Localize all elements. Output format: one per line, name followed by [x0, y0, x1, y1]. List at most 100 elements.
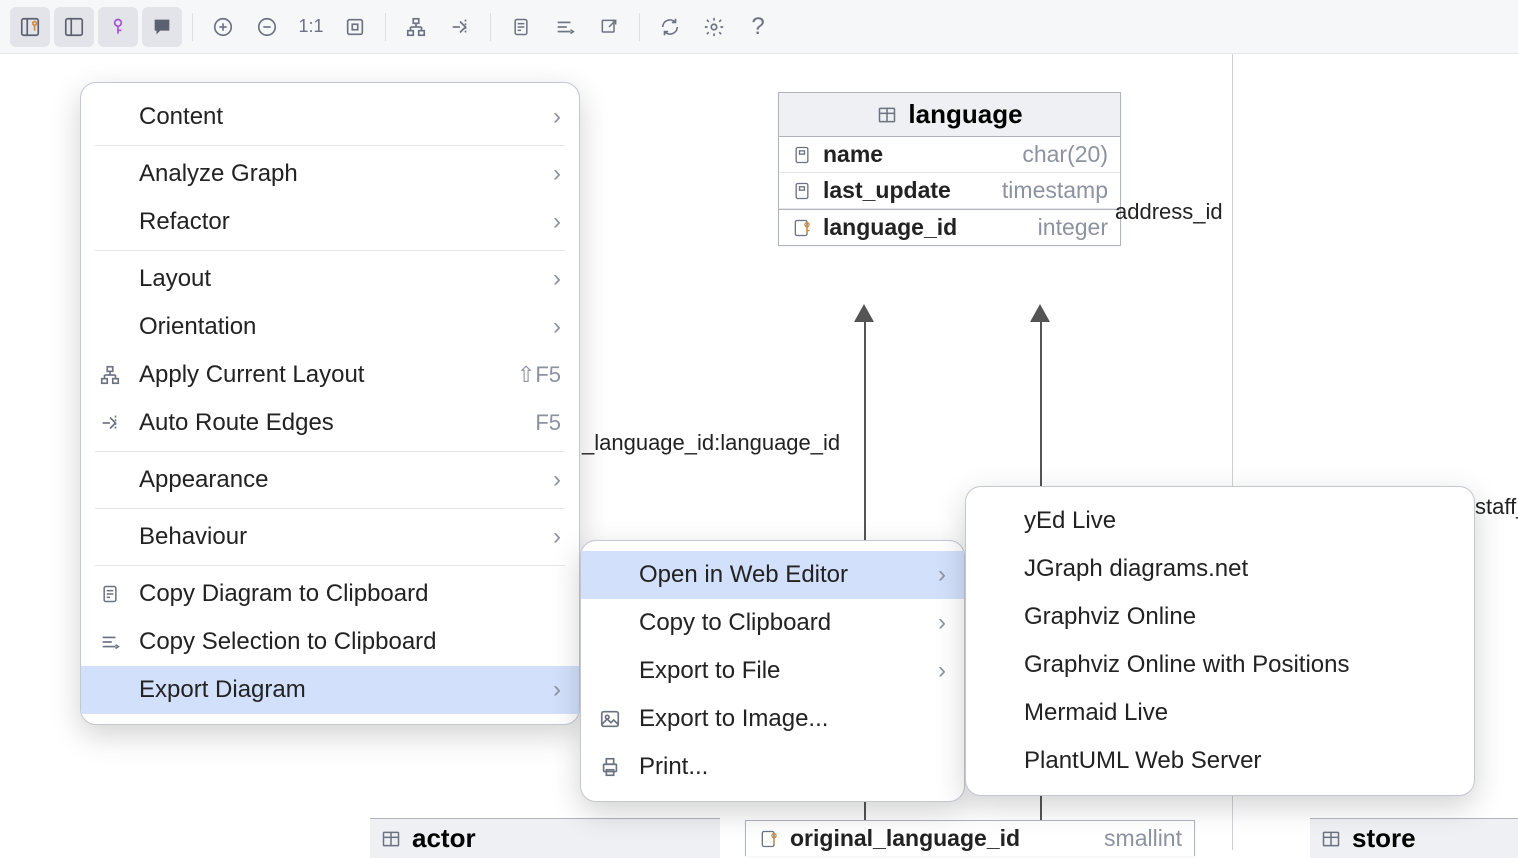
menu-separator [95, 508, 565, 509]
zoom-in-button[interactable] [203, 7, 243, 47]
shortcut: F5 [535, 410, 561, 436]
chevron-right-icon: › [553, 208, 561, 236]
column-name: language_id [823, 214, 957, 241]
table-icon [380, 829, 402, 849]
column-type: smallint [1104, 825, 1182, 852]
menu-item-content[interactable]: Content› [81, 93, 579, 141]
menu-item-analyze-graph[interactable]: Analyze Graph› [81, 150, 579, 198]
table-title: language [908, 99, 1022, 130]
column-type: char(20) [1022, 141, 1108, 168]
menu-item-plantuml[interactable]: PlantUML Web Server [966, 737, 1474, 785]
chevron-right-icon: › [938, 609, 946, 637]
relation-label: _language_id:language_id [582, 430, 840, 456]
menu-item-yed[interactable]: yEd Live [966, 497, 1474, 545]
table-row[interactable]: last_update timestamp [779, 173, 1120, 209]
zoom-reset-label: 1:1 [292, 16, 329, 37]
menu-item-copy-clipboard[interactable]: Copy to Clipboard› [581, 599, 964, 647]
menu-item-export-image[interactable]: Export to Image... [581, 695, 964, 743]
table-row[interactable]: original_language_id smallint [746, 821, 1194, 856]
primary-key-icon [791, 218, 813, 238]
submenu-web-editor: yEd Live JGraph diagrams.net Graphviz On… [965, 486, 1475, 796]
menu-item-auto-route[interactable]: Auto Route EdgesF5 [81, 399, 579, 447]
export-button[interactable] [589, 7, 629, 47]
details-panel-button[interactable] [54, 7, 94, 47]
table-icon [876, 105, 898, 125]
menu-item-orientation[interactable]: Orientation› [81, 303, 579, 351]
chevron-right-icon: › [553, 265, 561, 293]
column-type: integer [1038, 214, 1108, 241]
chevron-right-icon: › [938, 561, 946, 589]
column-icon [791, 181, 813, 201]
table-store[interactable]: store [1310, 818, 1518, 858]
column-name: name [823, 141, 883, 168]
relation-label: staff_ [1475, 494, 1518, 520]
help-button[interactable]: ? [738, 7, 778, 47]
column-name: original_language_id [790, 825, 1020, 852]
context-menu: Content› Analyze Graph› Refactor› Layout… [80, 82, 580, 725]
key-panel-button[interactable] [10, 7, 50, 47]
table-language[interactable]: language name char(20) last_update times… [778, 92, 1121, 246]
arrow-head-icon [1030, 304, 1050, 322]
menu-item-layout[interactable]: Layout› [81, 255, 579, 303]
menu-item-print[interactable]: Print... [581, 743, 964, 791]
menu-item-jgraph[interactable]: JGraph diagrams.net [966, 545, 1474, 593]
comment-button[interactable] [142, 7, 182, 47]
layout-button[interactable] [396, 7, 436, 47]
route-button[interactable] [440, 7, 480, 47]
shortcut: ⇧F5 [517, 362, 561, 388]
menu-item-refactor[interactable]: Refactor› [81, 198, 579, 246]
column-name: last_update [823, 177, 951, 204]
foreign-key-icon [758, 829, 780, 849]
toolbar: 1:1 ? [0, 0, 1518, 54]
toolbar-separator [639, 13, 640, 41]
table-header: actor [370, 819, 720, 858]
layout-icon [95, 364, 125, 386]
menu-item-copy-diagram[interactable]: Copy Diagram to Clipboard [81, 570, 579, 618]
table-title: actor [412, 823, 476, 854]
arrow-head-icon [854, 304, 874, 322]
fit-button[interactable] [335, 7, 375, 47]
relation-label: address_id [1115, 199, 1223, 225]
menu-item-behaviour[interactable]: Behaviour› [81, 513, 579, 561]
zoom-out-button[interactable] [247, 7, 287, 47]
submenu-export: Open in Web Editor› Copy to Clipboard› E… [580, 540, 965, 802]
key-icon-button[interactable] [98, 7, 138, 47]
toolbar-separator [192, 13, 193, 41]
column-icon [791, 145, 813, 165]
menu-item-appearance[interactable]: Appearance› [81, 456, 579, 504]
menu-separator [95, 451, 565, 452]
menu-item-export-diagram[interactable]: Export Diagram› [81, 666, 579, 714]
print-icon [595, 756, 625, 778]
toolbar-separator [490, 13, 491, 41]
menu-item-graphviz[interactable]: Graphviz Online [966, 593, 1474, 641]
menu-item-mermaid[interactable]: Mermaid Live [966, 689, 1474, 737]
chevron-right-icon: › [553, 466, 561, 494]
chevron-right-icon: › [553, 313, 561, 341]
refresh-button[interactable] [650, 7, 690, 47]
menu-separator [95, 565, 565, 566]
image-icon [595, 708, 625, 730]
table-icon [1320, 829, 1342, 849]
menu-item-apply-layout[interactable]: Apply Current Layout⇧F5 [81, 351, 579, 399]
menu-item-graphviz-positions[interactable]: Graphviz Online with Positions [966, 641, 1474, 689]
menu-item-export-file[interactable]: Export to File› [581, 647, 964, 695]
chevron-right-icon: › [553, 160, 561, 188]
chevron-right-icon: › [553, 676, 561, 704]
menu-separator [95, 250, 565, 251]
table-actor[interactable]: actor [370, 818, 720, 858]
zoom-reset-button[interactable]: 1:1 [291, 7, 331, 47]
table-header: language [779, 93, 1120, 137]
table-film-partial[interactable]: original_language_id smallint [745, 820, 1195, 856]
chevron-right-icon: › [553, 103, 561, 131]
menu-item-open-web[interactable]: Open in Web Editor› [581, 551, 964, 599]
copy-selection-button[interactable] [545, 7, 585, 47]
chevron-right-icon: › [938, 657, 946, 685]
copy-selection-icon [95, 631, 125, 653]
table-row[interactable]: name char(20) [779, 137, 1120, 173]
settings-button[interactable] [694, 7, 734, 47]
route-icon [95, 412, 125, 434]
menu-item-copy-selection[interactable]: Copy Selection to Clipboard [81, 618, 579, 666]
table-title: store [1352, 823, 1416, 854]
copy-diagram-button[interactable] [501, 7, 541, 47]
table-row[interactable]: language_id integer [779, 209, 1120, 245]
